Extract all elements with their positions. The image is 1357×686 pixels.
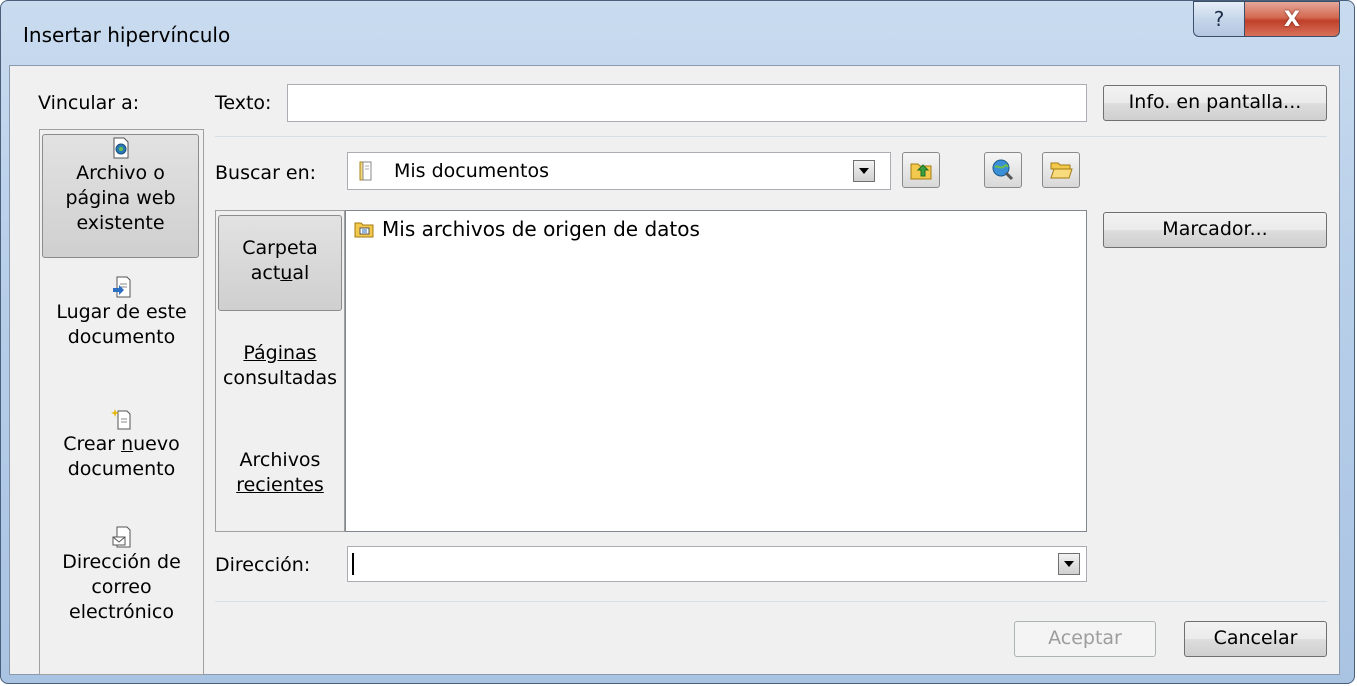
link-existing-file[interactable]: Archivo o página web existente xyxy=(42,134,199,258)
link-email-line2: correo xyxy=(91,576,152,598)
file-list[interactable]: Mis archivos de origen de datos xyxy=(345,210,1087,532)
look-in-dropdown[interactable]: Mis documentos xyxy=(347,152,891,190)
link-email[interactable]: Dirección de correo electrónico xyxy=(40,526,203,625)
link-to-panel: Archivo o página web existente Lugar de … xyxy=(39,129,204,675)
tab-recent-line2: recientes xyxy=(236,474,324,496)
dialog-window: Insertar hipervínculo ? X Vincular a: Ar… xyxy=(0,0,1355,684)
link-existing-file-line3: existente xyxy=(76,212,165,234)
link-new-document[interactable]: Crear nuevo documento xyxy=(40,408,203,482)
link-email-line3: electrónico xyxy=(69,601,174,623)
list-item[interactable]: Mis archivos de origen de datos xyxy=(354,217,700,241)
link-new-word3: uevo xyxy=(133,433,180,455)
up-one-folder-button[interactable] xyxy=(902,152,940,188)
link-new-line2: documento xyxy=(67,458,176,480)
tab-current-word1: act xyxy=(250,262,281,284)
tab-recent-files[interactable]: Archivos recientes xyxy=(216,448,344,498)
close-button[interactable]: X xyxy=(1244,1,1340,37)
bottom-separator xyxy=(215,601,1327,602)
link-place-in-document[interactable]: Lugar de este documento xyxy=(40,276,203,350)
browse-file-button[interactable] xyxy=(1042,152,1080,188)
address-input[interactable] xyxy=(347,546,1087,582)
dialog-body: Vincular a: Archivo o página web existen… xyxy=(9,65,1340,675)
tab-current-word2: u xyxy=(280,262,293,284)
link-new-word2: n xyxy=(121,433,134,455)
browse-web-button[interactable] xyxy=(984,152,1022,188)
link-existing-file-line2: página web xyxy=(65,187,176,209)
close-icon: X xyxy=(1283,7,1301,31)
new-document-icon xyxy=(110,409,130,430)
tab-recent-line1: Archivos xyxy=(239,449,321,471)
link-new-line1: Crear nuevo xyxy=(40,432,203,457)
place-in-document-icon xyxy=(112,276,130,298)
link-place-line2: documento xyxy=(67,326,176,348)
file-name: Mis archivos de origen de datos xyxy=(382,217,700,241)
bookmark-button[interactable]: Marcador... xyxy=(1103,212,1327,248)
link-new-word1: Crear xyxy=(63,433,122,455)
top-separator xyxy=(215,136,1327,137)
link-to-label: Vincular a: xyxy=(38,92,140,114)
tab-strip: Carpeta actual Páginas consultadas Archi… xyxy=(215,210,345,532)
link-email-line1: Dirección de xyxy=(62,551,181,573)
look-in-value: Mis documentos xyxy=(394,160,549,182)
dialog-title: Insertar hipervínculo xyxy=(23,23,231,47)
tab-current-line1: Carpeta xyxy=(242,237,318,259)
address-label: Dirección: xyxy=(215,554,311,576)
up-folder-icon xyxy=(910,163,932,180)
tab-current-folder[interactable]: Carpeta actual xyxy=(218,215,342,311)
tab-browsed-pages[interactable]: Páginas consultadas xyxy=(216,341,344,391)
help-button[interactable]: ? xyxy=(1193,1,1245,37)
link-place-line1: Lugar de este xyxy=(56,301,187,323)
tab-current-line2: actual xyxy=(219,261,341,286)
help-icon: ? xyxy=(1213,7,1225,31)
documents-folder-icon xyxy=(359,161,372,181)
tab-browsed-line1: Páginas xyxy=(243,342,317,364)
title-bar[interactable]: Insertar hipervínculo ? X xyxy=(1,1,1354,65)
cancel-button[interactable]: Cancelar xyxy=(1184,621,1327,657)
text-label: Texto: xyxy=(215,92,272,114)
tab-browsed-line2: consultadas xyxy=(222,367,338,389)
screen-tip-button[interactable]: Info. en pantalla... xyxy=(1103,85,1327,121)
ok-button[interactable]: Aceptar xyxy=(1014,621,1156,657)
look-in-chevron-down-icon[interactable] xyxy=(853,160,875,182)
tab-current-word3: al xyxy=(292,262,310,284)
email-icon xyxy=(112,526,130,548)
text-cursor xyxy=(352,553,354,575)
existing-file-icon xyxy=(113,137,128,159)
globe-search-icon xyxy=(992,159,1014,181)
text-input[interactable] xyxy=(287,84,1087,122)
address-chevron-down-icon[interactable] xyxy=(1058,553,1080,575)
open-folder-icon xyxy=(1050,162,1073,179)
link-existing-file-line1: Archivo o xyxy=(76,162,165,184)
look-in-label: Buscar en: xyxy=(215,162,317,184)
data-source-folder-icon xyxy=(354,222,374,238)
